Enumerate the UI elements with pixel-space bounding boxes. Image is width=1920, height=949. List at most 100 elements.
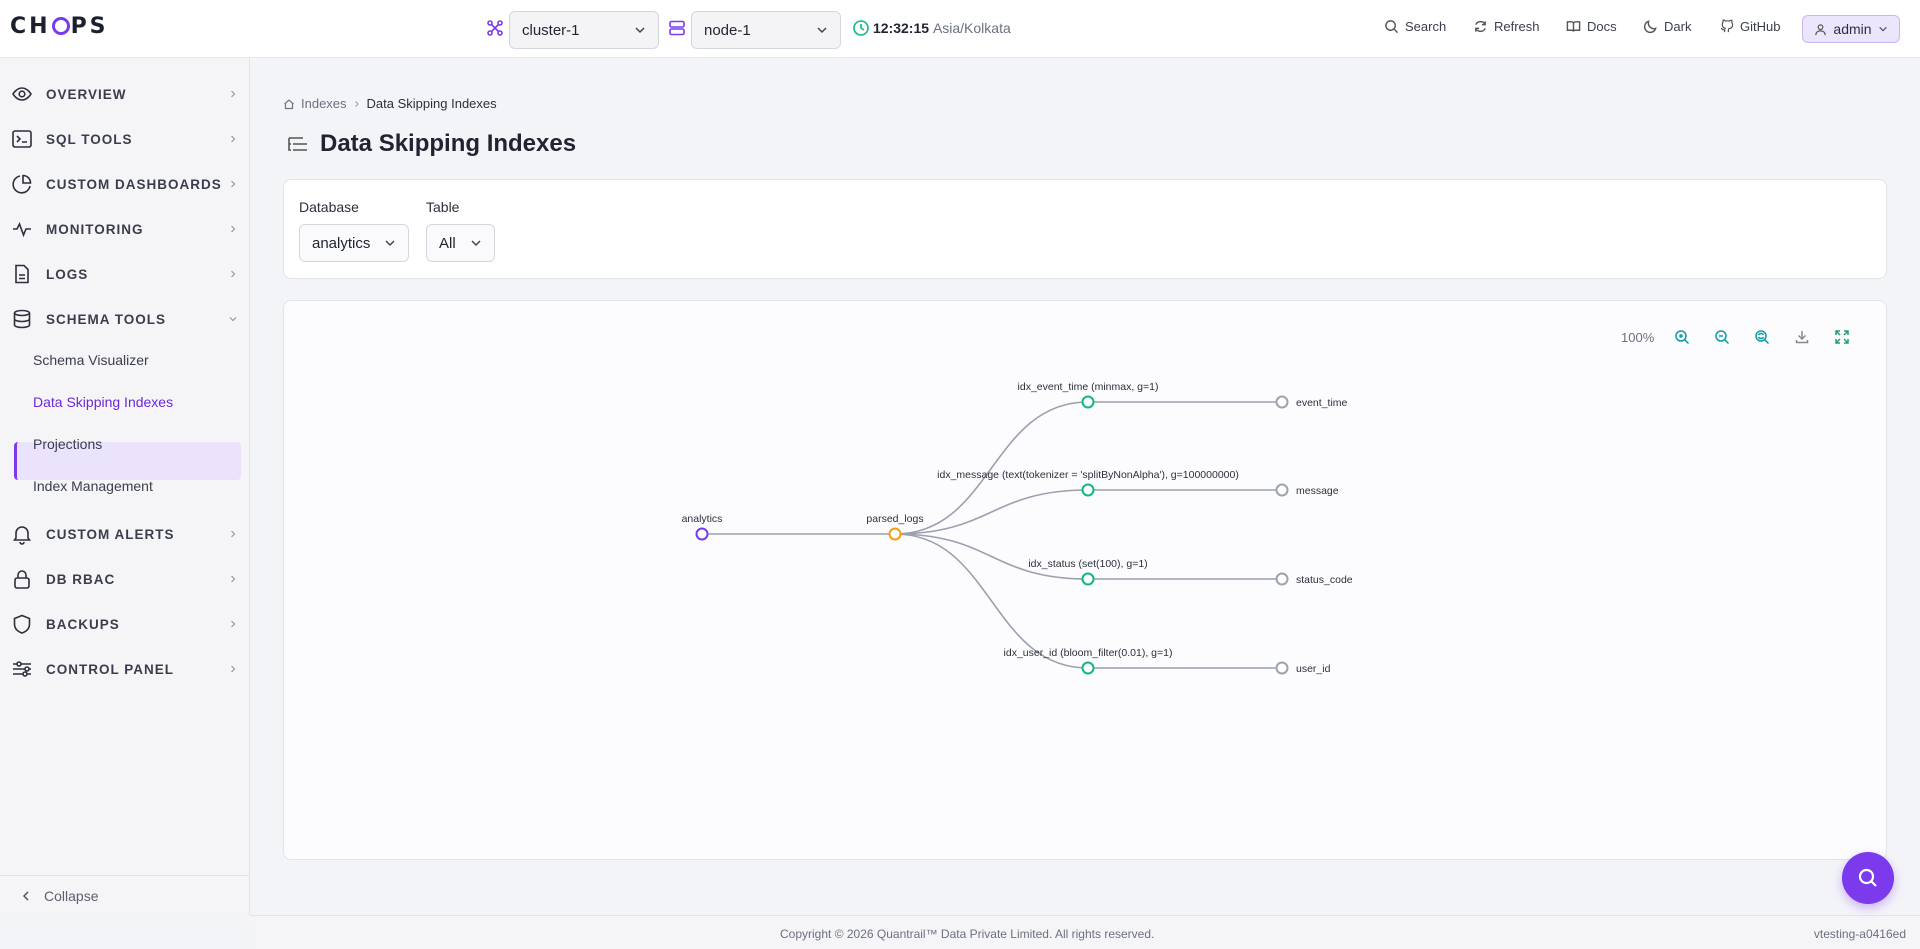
nav-label: DB RBAC bbox=[46, 571, 116, 587]
column-label: message bbox=[1296, 485, 1339, 497]
time-value: 12:32:15 bbox=[873, 20, 930, 36]
version-text: vtesting-a0416ed bbox=[1813, 927, 1906, 941]
table-value: All bbox=[439, 234, 456, 252]
page-title: Data Skipping Indexes bbox=[320, 130, 577, 157]
server-time: 12:32:15 Asia/Kolkata bbox=[873, 20, 1011, 36]
index-label: idx_user_id (bloom_filter(0.01), g=1) bbox=[1004, 647, 1173, 659]
table-node[interactable] bbox=[888, 527, 902, 541]
table-select[interactable]: All bbox=[426, 224, 495, 262]
terminal-icon bbox=[12, 130, 32, 148]
database-icon bbox=[13, 309, 31, 329]
book-icon bbox=[1566, 21, 1581, 32]
sidebar-item-data-skipping-indexes[interactable]: Data Skipping Indexes bbox=[33, 394, 173, 410]
database-label: analytics bbox=[682, 513, 723, 525]
file-icon bbox=[15, 264, 29, 284]
breadcrumb-current: Data Skipping Indexes bbox=[366, 96, 497, 111]
nav-schema-tools[interactable]: SCHEMA TOOLS bbox=[0, 299, 250, 339]
index-node[interactable] bbox=[1081, 661, 1095, 675]
cluster-select[interactable]: cluster-1 bbox=[509, 11, 659, 49]
search-icon bbox=[1858, 868, 1877, 887]
search-icon bbox=[1385, 20, 1399, 34]
collapse-label: Collapse bbox=[44, 887, 99, 904]
chevron-right-icon bbox=[231, 620, 236, 628]
database-node[interactable] bbox=[695, 527, 709, 541]
database-value: analytics bbox=[312, 234, 371, 252]
column-node[interactable] bbox=[1275, 572, 1289, 586]
search-button[interactable]: Search bbox=[1384, 19, 1446, 34]
github-icon bbox=[1720, 19, 1734, 33]
user-icon bbox=[1815, 23, 1827, 35]
nav-label: MONITORING bbox=[46, 221, 144, 237]
chevron-right-icon bbox=[231, 135, 236, 143]
copyright-text: Copyright © 2026 Quantrail™ Data Private… bbox=[780, 927, 1155, 941]
column-node[interactable] bbox=[1275, 661, 1289, 675]
chevron-right-icon bbox=[231, 270, 236, 278]
cluster-value: cluster-1 bbox=[522, 21, 580, 39]
nav-backups[interactable]: BACKUPS bbox=[0, 604, 250, 644]
list-tree-icon bbox=[288, 137, 307, 151]
nav-db-rbac[interactable]: DB RBAC bbox=[0, 559, 250, 599]
index-node[interactable] bbox=[1081, 395, 1095, 409]
lock-icon bbox=[14, 570, 30, 589]
column-label: event_time bbox=[1296, 397, 1348, 409]
github-label: GitHub bbox=[1740, 19, 1781, 34]
nav-label: SQL TOOLS bbox=[46, 131, 133, 147]
nav-logs[interactable]: LOGS bbox=[0, 254, 250, 294]
edge-table-index bbox=[894, 489, 1089, 535]
chevron-down-icon bbox=[229, 317, 237, 322]
nav-label: SCHEMA TOOLS bbox=[46, 311, 167, 327]
nav-custom-dashboards[interactable]: CUSTOM DASHBOARDS bbox=[0, 164, 250, 204]
database-select[interactable]: analytics bbox=[299, 224, 410, 262]
chevron-down-icon bbox=[635, 27, 645, 34]
moon-icon bbox=[1643, 20, 1657, 34]
dark-mode-toggle[interactable]: Dark bbox=[1643, 19, 1691, 34]
breadcrumb: Indexes Data Skipping Indexes bbox=[283, 96, 497, 111]
collapse-sidebar-button[interactable]: Collapse bbox=[0, 875, 250, 915]
nav-sql-tools[interactable]: SQL TOOLS bbox=[0, 119, 250, 159]
index-label: idx_status (set(100), g=1) bbox=[1028, 558, 1147, 570]
breadcrumb-parent[interactable]: Indexes bbox=[301, 96, 347, 111]
filter-panel: Database analytics Table All bbox=[283, 179, 1887, 279]
refresh-button[interactable]: Refresh bbox=[1473, 19, 1540, 34]
chevron-right-icon bbox=[231, 530, 236, 538]
floating-search-button[interactable] bbox=[1842, 852, 1894, 904]
database-label: Database bbox=[299, 199, 359, 215]
graph-nodes: analytics parsed_logs idx_event_time (minm… bbox=[682, 381, 1353, 675]
top-header: CH PS cluster-1 node-1 12:32:15 Asia/Kolk… bbox=[0, 0, 1920, 58]
nav-overview[interactable]: OVERVIEW bbox=[0, 74, 250, 114]
dark-label: Dark bbox=[1664, 19, 1692, 34]
nav-label: CONTROL PANEL bbox=[46, 661, 175, 677]
table-label: parsed_logs bbox=[866, 513, 923, 525]
user-menu[interactable]: admin bbox=[1802, 15, 1900, 43]
index-node[interactable] bbox=[1081, 572, 1095, 586]
node-select[interactable]: node-1 bbox=[691, 11, 841, 49]
sidebar-item-projections[interactable]: Projections bbox=[33, 436, 102, 452]
nav-label: BACKUPS bbox=[46, 616, 120, 632]
nav-label: OVERVIEW bbox=[46, 86, 127, 102]
docs-button[interactable]: Docs bbox=[1566, 19, 1617, 34]
nav-control-panel[interactable]: CONTROL PANEL bbox=[0, 649, 250, 689]
github-button[interactable]: GitHub bbox=[1719, 19, 1780, 34]
index-label: idx_message (text(tokenizer = 'splitByNo… bbox=[937, 469, 1239, 481]
table-label: Table bbox=[426, 199, 460, 215]
chevron-right-icon bbox=[231, 90, 236, 98]
column-label: user_id bbox=[1296, 663, 1331, 675]
column-node[interactable] bbox=[1275, 483, 1289, 497]
nav-custom-alerts[interactable]: CUSTOM ALERTS bbox=[0, 514, 250, 554]
chevron-right-icon bbox=[231, 575, 236, 583]
column-node[interactable] bbox=[1275, 395, 1289, 409]
user-name: admin bbox=[1833, 21, 1872, 37]
index-node[interactable] bbox=[1081, 483, 1095, 497]
sliders-icon bbox=[13, 661, 31, 677]
chevron-down-icon bbox=[385, 240, 395, 247]
timezone: Asia/Kolkata bbox=[932, 20, 1011, 36]
clock-icon bbox=[853, 20, 869, 36]
sidebar-item-schema-visualizer[interactable]: Schema Visualizer bbox=[33, 352, 149, 368]
chevron-down-icon bbox=[817, 27, 827, 34]
app-logo[interactable]: CH PS bbox=[10, 14, 109, 39]
chevron-left-icon bbox=[22, 890, 29, 901]
sidebar-item-index-management[interactable]: Index Management bbox=[33, 478, 153, 494]
bell-icon bbox=[12, 526, 32, 545]
home-icon bbox=[284, 98, 294, 109]
nav-monitoring[interactable]: MONITORING bbox=[0, 209, 250, 249]
